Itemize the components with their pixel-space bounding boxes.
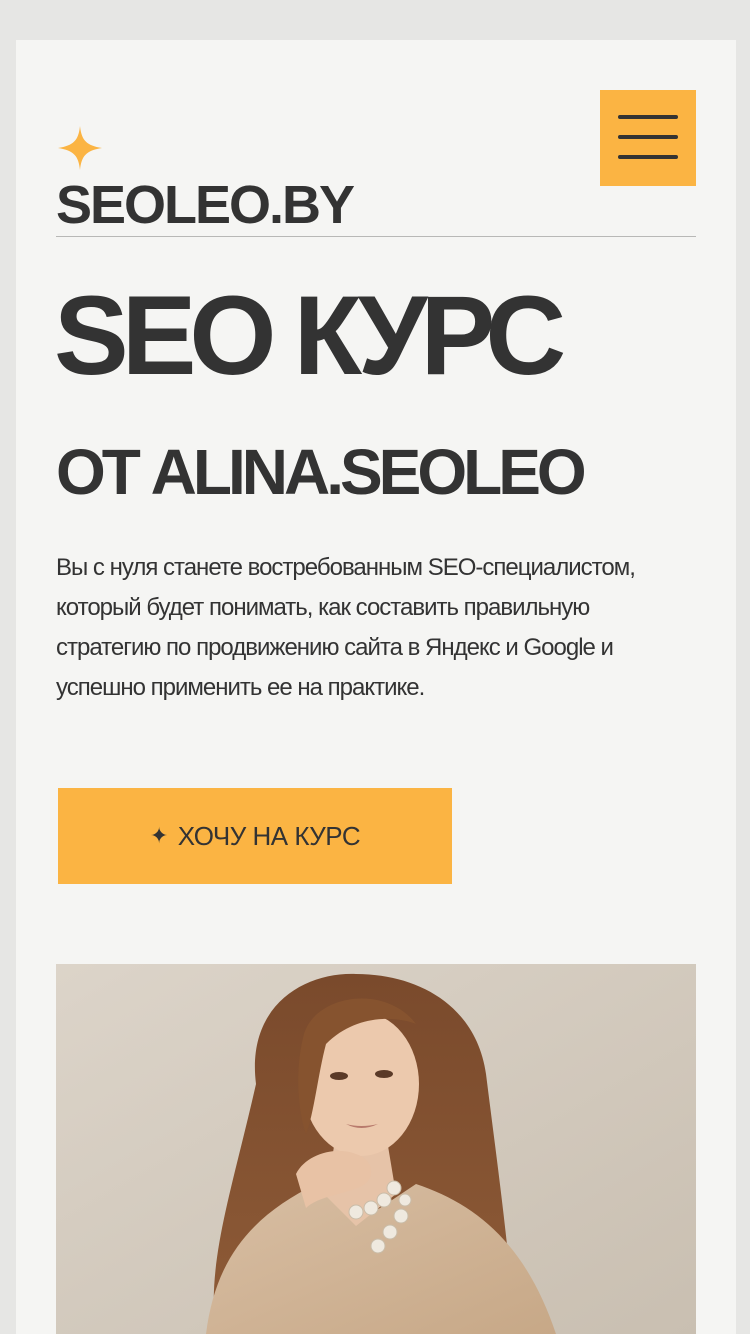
header-divider <box>56 236 696 237</box>
sparkle-star-icon <box>58 126 102 170</box>
hero-description: Вы с нуля станете востребованным SEO-спе… <box>56 554 636 701</box>
page-card: SEOLEO.BY SEO КУРС ОТ ALINA.SEOLEO Вы с … <box>16 40 736 1334</box>
portrait-photo <box>56 964 696 1334</box>
hero-subtitle: ОТ ALINA.SEOLEO <box>56 436 587 508</box>
hero-title: SEO КУРС <box>54 273 566 398</box>
enroll-course-button[interactable]: ✦ ХОЧУ НА КУРС <box>58 788 452 884</box>
sparkle-icon: ✦ <box>149 823 168 848</box>
menu-button[interactable] <box>600 90 696 186</box>
brand-logo-text[interactable]: SEOLEO.BY <box>56 178 355 232</box>
enroll-course-label: ХОЧУ НА КУРС <box>177 820 361 851</box>
